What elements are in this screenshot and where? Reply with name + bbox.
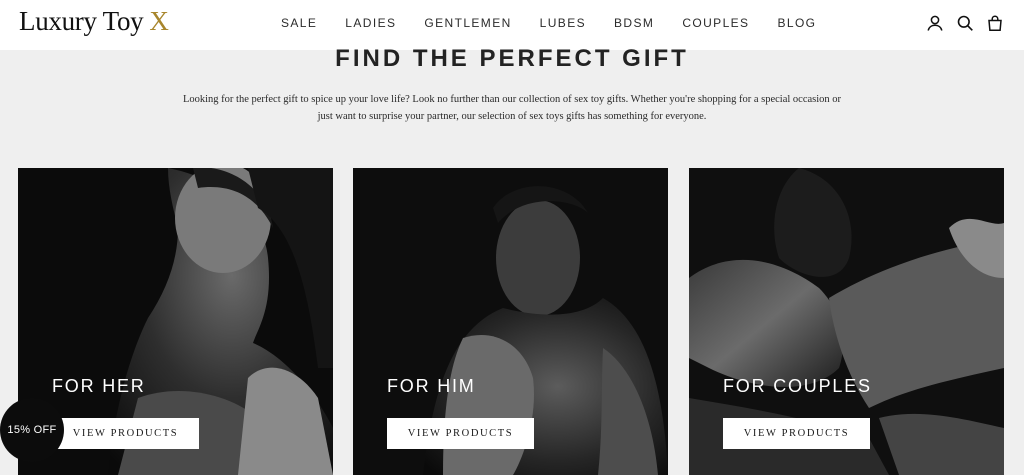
category-card-her[interactable]: FOR HER VIEW PRODUCTS xyxy=(18,168,333,475)
nav-item-gentlemen[interactable]: GENTLEMEN xyxy=(424,16,511,30)
nav-item-ladies[interactable]: LADIES xyxy=(345,16,396,30)
nav-item-couples[interactable]: COUPLES xyxy=(682,16,749,30)
card-title-her: FOR HER xyxy=(52,376,146,396)
nav-item-lubes[interactable]: LUBES xyxy=(540,16,586,30)
cart-icon[interactable] xyxy=(986,14,1004,32)
nav-item-blog[interactable]: BLOG xyxy=(777,16,816,30)
site-logo[interactable]: Luxury Toy X xyxy=(19,6,169,37)
card-title-him: FOR HIM xyxy=(387,376,476,396)
view-products-couples-button[interactable]: VIEW PRODUCTS xyxy=(723,418,870,449)
category-card-him[interactable]: FOR HIM VIEW PRODUCTS xyxy=(353,168,668,475)
site-header: Luxury Toy X SALE LADIES GENTLEMEN LUBES … xyxy=(0,0,1024,50)
header-icons xyxy=(926,14,1004,32)
intro-text: Looking for the perfect gift to spice up… xyxy=(182,94,842,122)
logo-mark: X xyxy=(149,6,169,36)
category-card-couples[interactable]: FOR COUPLES VIEW PRODUCTS xyxy=(689,168,1004,475)
account-icon[interactable] xyxy=(926,14,944,32)
logo-text: Luxury Toy xyxy=(19,6,144,36)
card-title-couples: FOR COUPLES xyxy=(723,376,872,396)
page-title: FIND THE PERFECT GIFT xyxy=(335,45,689,72)
search-icon[interactable] xyxy=(956,14,974,32)
view-products-her-button[interactable]: VIEW PRODUCTS xyxy=(52,418,199,449)
main-nav: SALE LADIES GENTLEMEN LUBES BDSM COUPLES… xyxy=(281,16,844,30)
nav-item-sale[interactable]: SALE xyxy=(281,16,317,30)
nav-item-bdsm[interactable]: BDSM xyxy=(614,16,654,30)
view-products-him-button[interactable]: VIEW PRODUCTS xyxy=(387,418,534,449)
discount-badge[interactable]: 15% OFF xyxy=(0,398,64,462)
